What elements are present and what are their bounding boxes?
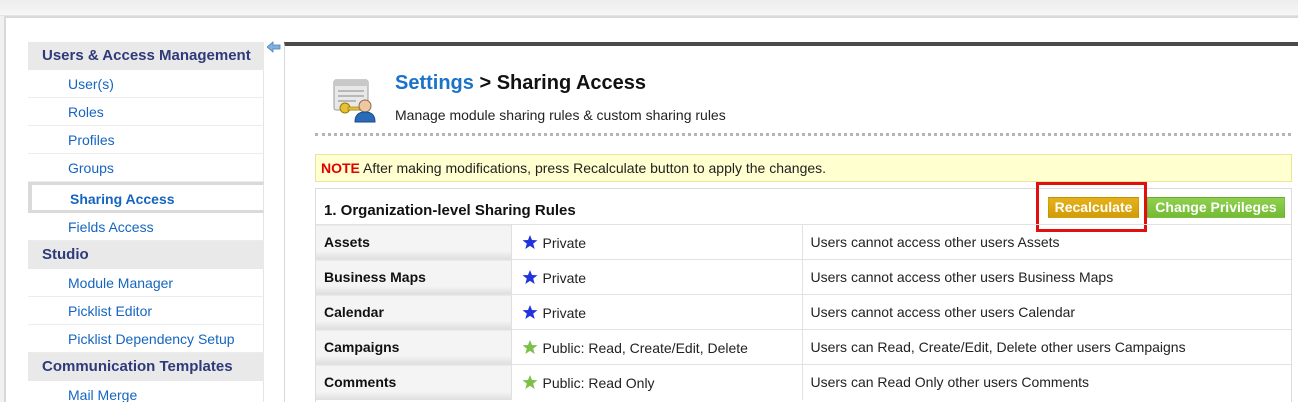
page-title: Settings > Sharing Access: [395, 72, 646, 95]
sidebar-item-profiles[interactable]: Profiles: [28, 126, 264, 154]
sidebar-item-picklist-editor[interactable]: Picklist Editor: [28, 297, 264, 325]
access-level-text: Private: [542, 234, 587, 251]
access-level-text: Public: Read Only: [542, 374, 655, 391]
note-text: After making modifications, press Recalc…: [359, 160, 827, 176]
description-cell: Users cannot access other users Calendar: [802, 294, 1291, 330]
sidebar-item-fields-access[interactable]: Fields Access: [28, 213, 264, 241]
settings-access-icon: [333, 79, 376, 123]
sidebar-section-users-access: Users & Access Management: [28, 42, 264, 70]
sidebar-item-picklist-dependency[interactable]: Picklist Dependency Setup: [28, 325, 264, 353]
sidebar-item-roles[interactable]: Roles: [28, 98, 264, 126]
sidebar-item-mail-merge[interactable]: Mail Merge: [28, 381, 264, 402]
star-icon: [522, 304, 537, 319]
sidebar-item-module-manager[interactable]: Module Manager: [28, 269, 264, 297]
access-level-text: Private: [542, 269, 587, 286]
change-privileges-button[interactable]: Change Privileges: [1147, 197, 1285, 218]
sidebar-item-sharing-access[interactable]: Sharing Access: [28, 182, 264, 213]
sidebar-item-groups[interactable]: Groups: [28, 154, 264, 182]
note-label: NOTE: [321, 160, 360, 176]
table-row: Calendar Private Users cannot access other…: [316, 294, 1291, 330]
access-level-cell: Private: [511, 294, 803, 330]
star-icon: [522, 234, 537, 249]
access-level-cell: Private: [511, 259, 803, 295]
description-cell: Users cannot access other users Business…: [802, 259, 1291, 295]
sidebar-section-communication-templates: Communication Templates: [28, 353, 264, 381]
description-cell: Users can Read, Create/Edit, Delete othe…: [802, 329, 1291, 365]
access-level-text: Private: [542, 304, 587, 321]
star-icon: [522, 339, 537, 354]
module-name-cell: Comments: [316, 364, 512, 400]
access-level-cell: Public: Read, Create/Edit, Delete: [511, 329, 803, 365]
page-subtitle: Manage module sharing rules & custom sha…: [395, 107, 726, 123]
sidebar-section-studio: Studio: [28, 241, 264, 269]
access-level-cell: Private: [511, 224, 803, 260]
table-row: Business Maps Private Users cannot access …: [316, 259, 1291, 295]
module-name-cell: Calendar: [316, 294, 512, 330]
note-banner: NOTE After making modifications, press R…: [315, 154, 1292, 182]
star-icon: [522, 374, 537, 389]
browser-top-bar: [0, 0, 1298, 16]
table-row: Assets Private Users cannot access other u…: [316, 224, 1291, 260]
main-content: Settings > Sharing Access Manage module …: [284, 42, 1298, 402]
rules-title: 1. Organization-level Sharing Rules: [324, 202, 576, 219]
breadcrumb-separator: >: [473, 72, 497, 94]
table-row: Comments Public: Read Only Users can Read …: [316, 364, 1291, 400]
collapse-sidebar-icon[interactable]: [267, 41, 281, 53]
module-name-cell: Campaigns: [316, 329, 512, 365]
page-title-text: Sharing Access: [496, 72, 647, 94]
module-name-cell: Assets: [316, 224, 512, 260]
description-cell: Users can Read Only other users Comments: [802, 364, 1291, 400]
access-level-text: Public: Read, Create/Edit, Delete: [542, 339, 748, 356]
access-level-cell: Public: Read Only: [511, 364, 803, 400]
sidebar-item-users[interactable]: User(s): [28, 70, 264, 98]
module-name-cell: Business Maps: [316, 259, 512, 295]
description-cell: Users cannot access other users Assets: [802, 224, 1291, 260]
sharing-rules-table: Assets Private Users cannot access other u…: [316, 224, 1291, 400]
table-row: Campaigns Public: Read, Create/Edit, Dele…: [316, 329, 1291, 365]
settings-sidebar: Users & Access Management User(s) Roles …: [28, 42, 264, 402]
divider: [315, 133, 1291, 136]
star-icon: [522, 269, 537, 284]
breadcrumb-settings-link[interactable]: Settings: [395, 72, 474, 94]
org-sharing-rules-panel: 1. Organization-level Sharing Rules Reca…: [315, 182, 1292, 402]
